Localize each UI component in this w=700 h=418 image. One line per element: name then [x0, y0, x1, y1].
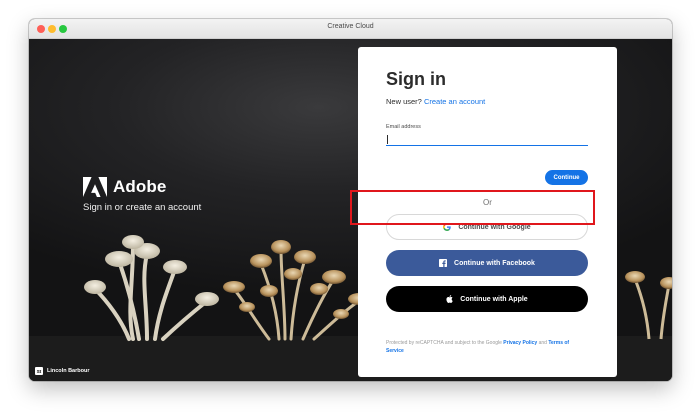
brand-name: Adobe — [113, 177, 167, 196]
new-user-line: New user? Create an account — [386, 97, 485, 106]
legal-text: Protected by reCAPTCHA and subject to th… — [386, 340, 502, 346]
create-account-link[interactable]: Create an account — [424, 97, 485, 106]
email-field[interactable] — [386, 132, 588, 146]
adobe-logo-icon — [83, 177, 107, 197]
apple-button-label: Continue with Apple — [460, 295, 528, 303]
title-bar: Creative Cloud — [29, 19, 672, 39]
stock-badge-icon: St — [35, 367, 43, 375]
signin-heading: Sign in — [386, 69, 446, 89]
facebook-button-label: Continue with Facebook — [454, 259, 535, 267]
legal-and-text: and — [538, 340, 547, 346]
legal-notice: Protected by reCAPTCHA and subject to th… — [386, 339, 588, 355]
photo-credit-name: Lincoln Barbour — [47, 368, 90, 374]
privacy-policy-link[interactable]: Privacy Policy — [503, 340, 537, 346]
brand-block: Adobe Sign in or create an account — [83, 177, 201, 213]
continue-with-facebook-button[interactable]: Continue with Facebook — [386, 250, 588, 276]
photo-credit: St Lincoln Barbour — [35, 367, 89, 375]
new-user-text: New user? — [386, 97, 422, 106]
apple-icon — [446, 295, 453, 303]
continue-button[interactable]: Continue — [545, 170, 588, 185]
text-caret — [387, 135, 388, 144]
google-button-highlight — [350, 190, 595, 225]
window-title: Creative Cloud — [327, 23, 374, 30]
continue-with-apple-button[interactable]: Continue with Apple — [386, 286, 588, 312]
brand-tagline: Sign in or create an account — [83, 202, 202, 213]
email-label: Email address — [386, 124, 421, 130]
facebook-icon — [439, 259, 448, 267]
